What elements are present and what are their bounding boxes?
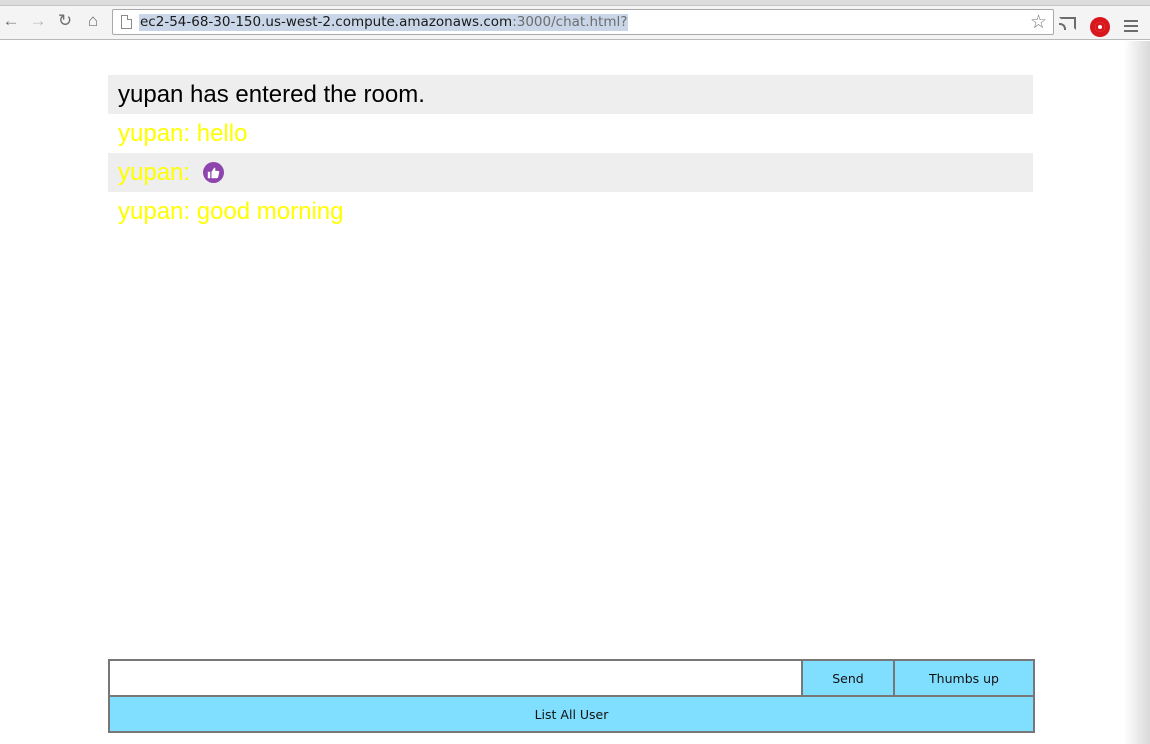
message-row: yupan has entered the room.	[108, 75, 1033, 114]
page-edge-shadow	[1124, 41, 1150, 744]
browser-toolbar: ← → ↻ ⌂ ec2-54-68-30-150.us-west-2.compu…	[0, 6, 1150, 40]
thumbs-up-button[interactable]: Thumbs up	[893, 659, 1035, 697]
url-host: ec2-54-68-30-150.us-west-2.compute.amazo…	[140, 14, 513, 30]
address-bar[interactable]: ec2-54-68-30-150.us-west-2.compute.amazo…	[112, 9, 1054, 35]
reload-icon[interactable]: ↻	[54, 10, 76, 32]
bookmark-star-icon[interactable]: ☆	[1030, 11, 1047, 34]
cast-icon[interactable]	[1059, 17, 1076, 30]
message-row: yupan: good morning	[108, 192, 1033, 231]
message-text: yupan:	[118, 159, 197, 186]
message-text: yupan has entered the room.	[118, 81, 425, 108]
message-text: yupan: hello	[118, 120, 248, 147]
forward-icon[interactable]: →	[27, 10, 49, 32]
chat-form: Send Thumbs up List All User	[108, 659, 1035, 735]
url-text[interactable]: ec2-54-68-30-150.us-west-2.compute.amazo…	[139, 14, 629, 31]
message-list: yupan has entered the room. yupan: hello…	[108, 75, 1033, 231]
stop-extension-icon[interactable]	[1090, 17, 1110, 37]
message-text: yupan: good morning	[118, 198, 344, 225]
message-row: yupan:	[108, 153, 1033, 192]
list-all-user-button[interactable]: List All User	[108, 695, 1035, 733]
page-icon	[121, 15, 132, 29]
thumbs-up-icon	[202, 162, 224, 183]
send-button[interactable]: Send	[801, 659, 895, 697]
home-icon[interactable]: ⌂	[82, 10, 104, 32]
back-icon[interactable]: ←	[0, 10, 22, 32]
message-input[interactable]	[108, 659, 803, 697]
menu-icon[interactable]	[1124, 20, 1138, 32]
message-row: yupan: hello	[108, 114, 1033, 153]
url-path: :3000/chat.html?	[512, 14, 628, 30]
